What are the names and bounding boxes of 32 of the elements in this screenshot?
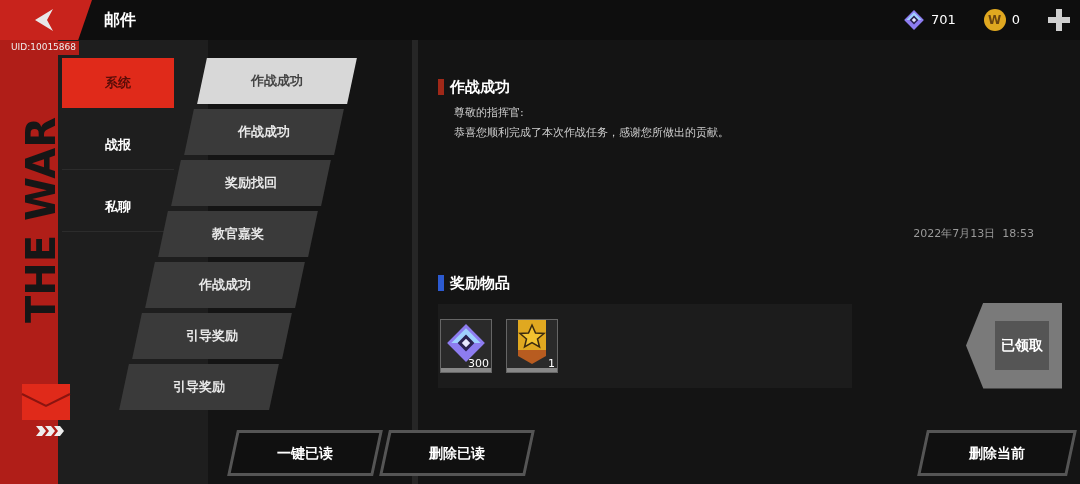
claim-button[interactable]: 已领取 <box>966 302 1062 389</box>
decor-text: THE WAR <box>17 116 58 324</box>
page-title: 邮件 <box>104 9 136 31</box>
mail-item[interactable]: 作战成功 <box>145 262 305 308</box>
mail-body: 恭喜您顺利完成了本次作战任务，感谢您所做出的贡献。 <box>454 125 730 141</box>
mail-title: 作战成功 <box>450 77 510 98</box>
reward-item[interactable]: 1 <box>506 318 558 373</box>
delete-current-button[interactable]: 删除当前 <box>917 430 1077 476</box>
category-tab[interactable]: 战报 <box>62 120 174 170</box>
gem-icon <box>902 9 925 31</box>
rewards-title: 奖励物品 <box>450 273 510 294</box>
mail-item[interactable]: 教官嘉奖 <box>158 211 318 257</box>
delete-read-button[interactable]: 删除已读 <box>379 430 535 476</box>
mail-date: 2022年7月13日 18:53 <box>913 225 1034 242</box>
mail-item[interactable]: 作战成功 <box>184 109 344 155</box>
read-all-button[interactable]: 一键已读 <box>227 430 383 476</box>
coin-icon: W <box>983 9 1006 31</box>
section-marker <box>438 275 444 292</box>
item-count: 1 <box>548 357 555 369</box>
star-medal-icon <box>515 319 549 366</box>
currency-amount: 701 <box>930 11 956 30</box>
mail-item[interactable]: 奖励找回 <box>171 160 331 206</box>
item-count: 300 <box>468 357 489 369</box>
mail-item[interactable]: 引导奖励 <box>119 364 279 410</box>
user-id: UID:10015868 <box>8 41 79 55</box>
plus-icon[interactable] <box>1048 9 1070 31</box>
mail-item[interactable]: 作战成功 <box>197 58 357 104</box>
reward-item[interactable]: 300 <box>440 318 492 373</box>
currency-amount: 0 <box>1011 11 1020 30</box>
section-marker <box>438 79 444 96</box>
mail-item[interactable]: 引导奖励 <box>132 313 292 359</box>
mail-greeting: 尊敬的指挥官: <box>454 104 525 121</box>
